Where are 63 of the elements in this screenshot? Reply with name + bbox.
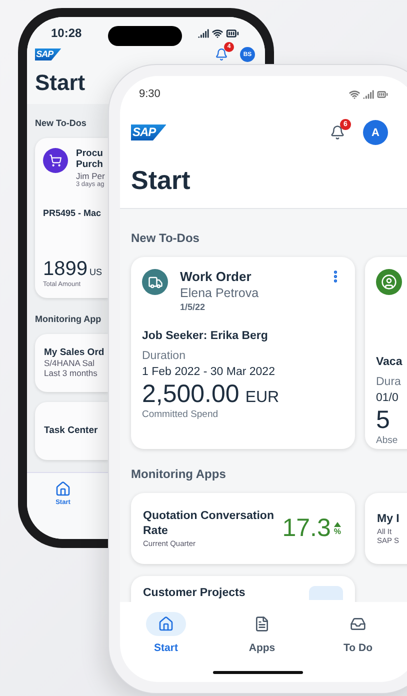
user-icon — [381, 274, 397, 290]
todo-item: PR5495 - Mac — [43, 208, 102, 218]
logo: SAP — [35, 48, 62, 61]
person-name: Elena Petrova — [180, 286, 260, 300]
signal-icon — [198, 28, 209, 38]
tab[interactable]: To Do — [338, 612, 378, 656]
app-title: My Sales Ord — [44, 347, 106, 358]
home-icon — [158, 616, 174, 632]
chart-tile — [309, 586, 343, 600]
todo-title: Purch — [76, 159, 104, 171]
section-heading: Monitoring App — [35, 314, 102, 324]
app-card[interactable]: My Sales Ord S/4HANA Sal Last 3 months — [35, 334, 108, 392]
signal-icon — [363, 88, 374, 100]
field-label: Duration — [142, 350, 186, 362]
todo-card[interactable]: Vaca Dura 01/0 5 Abse — [365, 257, 407, 449]
field-label: Dura — [376, 376, 402, 388]
app-title: My I — [377, 512, 400, 527]
field-value: 01/0 — [376, 392, 400, 404]
field-value: 1 Feb 2022 - 30 Mar 2022 — [142, 366, 276, 378]
inbox-icon — [350, 616, 366, 632]
app-subtitle: S/4HANA Sal — [44, 358, 96, 368]
amount-value: 2,500.00 — [142, 380, 240, 409]
truck-icon — [148, 274, 162, 290]
status-time: 10:28 — [51, 26, 82, 40]
todo-date: 1/5/22 — [180, 302, 206, 312]
section-heading: Monitoring Apps — [131, 467, 226, 481]
amount-unit: EUR — [245, 389, 280, 407]
todo-title: Work Order — [180, 269, 252, 284]
list-icon — [254, 616, 270, 632]
todo-subject: Job Seeker: Erika Berg — [142, 330, 269, 342]
app-detail: Last 3 months — [44, 368, 98, 378]
wifi-icon — [212, 28, 223, 38]
battery-icon — [226, 26, 239, 40]
status-time: 9:30 — [139, 88, 160, 100]
amount-currency: US — [90, 266, 102, 277]
todo-title: Procu — [76, 148, 104, 160]
amount-value: 5 — [376, 406, 390, 435]
amount-value: 1899 — [43, 258, 88, 281]
avatar[interactable]: A — [363, 120, 388, 145]
kpi-title: Quotation Conversation Rate — [143, 509, 275, 539]
amount-label: Abse — [376, 435, 399, 446]
app-card[interactable]: Customer Projects — [131, 576, 355, 602]
section-heading: New To-Dos — [35, 118, 86, 128]
kpi-unit: % — [334, 526, 341, 536]
todo-subject: Vaca — [376, 356, 404, 368]
logo: SAP — [131, 124, 166, 141]
wifi-icon — [349, 88, 360, 100]
app-title: Customer Projects — [143, 586, 246, 601]
battery-icon — [377, 88, 388, 100]
kpi-value: 17.3 — [282, 514, 331, 543]
section-heading: New To-Dos — [131, 231, 200, 245]
notification-bell-icon[interactable] — [215, 48, 228, 61]
page-title: Start — [131, 165, 192, 196]
amount-label: Committed Spend — [142, 409, 220, 420]
notification-bell-icon[interactable] — [330, 125, 345, 140]
app-card[interactable]: Task Center — [35, 402, 108, 460]
requester-name: Jim Per — [76, 170, 105, 181]
app-title: Task Center — [44, 425, 99, 436]
tab[interactable]: Apps — [242, 612, 282, 656]
trend-up-icon — [334, 522, 341, 526]
cart-icon — [43, 148, 68, 173]
todo-card[interactable]: Work Order Elena Petrova 1/5/22 Job Seeker: Erika Berg Duration 1 Feb 2022 - 30 Mar 2022 2,500.00 EUR Committed Spend — [131, 257, 355, 449]
page-title: Start — [35, 70, 86, 96]
